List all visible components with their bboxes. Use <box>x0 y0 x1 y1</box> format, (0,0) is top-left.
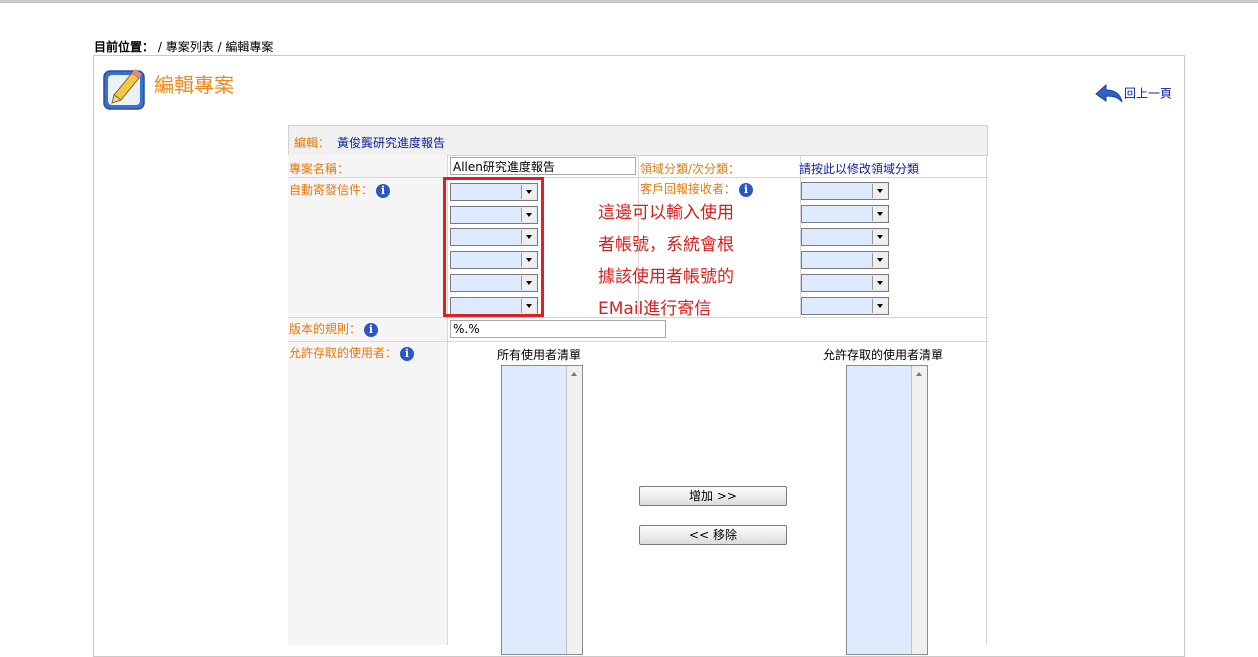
edit-value: 黃俊龔研究進度報告 <box>337 136 446 150</box>
info-icon[interactable]: i <box>400 346 415 361</box>
auto-mail-label-wrap: 自動寄發信件： i <box>289 181 391 198</box>
allowed-users-list[interactable] <box>846 365 928 655</box>
chevron-down-icon <box>872 276 887 290</box>
version-rule-label-wrap: 版本的規則： i <box>289 320 379 337</box>
annotation-note: 這邊可以輸入使用 者帳號，系統會根 據該使用者帳號的 EMail進行寄信 <box>598 197 734 325</box>
domain-label: 領域分類/次分類： <box>640 162 741 176</box>
back-link[interactable]: 回上一頁 <box>1092 82 1172 106</box>
client-receiver-select-5[interactable] <box>801 274 889 292</box>
breadcrumb-prefix: 目前位置： <box>94 40 155 54</box>
project-name-label: 專案名稱： <box>289 162 350 176</box>
allowed-users-label: 允許存取的使用者： <box>289 346 398 360</box>
info-icon[interactable]: i <box>376 183 391 198</box>
client-receiver-select-6[interactable] <box>801 297 889 315</box>
client-receiver-select-3[interactable] <box>801 228 889 246</box>
label-column <box>288 155 448 645</box>
back-link-label: 回上一頁 <box>1124 86 1173 101</box>
annotation-line: 據該使用者帳號的 <box>598 267 734 287</box>
chevron-down-icon <box>872 207 887 221</box>
list-scrollbar[interactable] <box>566 366 582 654</box>
client-receiver-select-2[interactable] <box>801 205 889 223</box>
auto-mail-label: 自動寄發信件： <box>289 183 374 197</box>
client-receiver-label: 客戶回報接收者： <box>640 182 737 196</box>
add-user-button[interactable]: 增加 >> <box>639 486 787 506</box>
right-border <box>986 155 987 645</box>
chevron-down-icon <box>872 299 887 313</box>
row-divider <box>288 341 988 342</box>
info-icon[interactable]: i <box>364 322 379 337</box>
all-users-list[interactable] <box>501 365 583 655</box>
breadcrumb-path: / 專案列表 / 編輯專案 <box>157 40 274 54</box>
client-receiver-select-1[interactable] <box>801 182 889 200</box>
annotation-highlight-box <box>443 177 544 317</box>
breadcrumb: 目前位置： / 專案列表 / 編輯專案 <box>94 38 273 55</box>
annotation-line: EMail進行寄信 <box>598 299 712 319</box>
page-title: 編輯專案 <box>154 73 234 97</box>
allowed-users-caption: 允許存取的使用者清單 <box>823 348 944 362</box>
project-name-input[interactable] <box>450 157 636 175</box>
edit-document-icon <box>103 69 145 110</box>
row-divider <box>288 177 988 178</box>
back-arrow-icon <box>1095 83 1123 103</box>
chevron-down-icon <box>872 230 887 244</box>
top-border <box>0 0 1258 3</box>
version-rule-label: 版本的規則： <box>289 322 362 336</box>
client-receiver-select-4[interactable] <box>801 251 889 269</box>
remove-user-button[interactable]: << 移除 <box>639 525 787 545</box>
list-scrollbar[interactable] <box>911 366 927 654</box>
annotation-line: 這邊可以輸入使用 <box>598 203 734 223</box>
info-icon[interactable]: i <box>739 182 754 197</box>
domain-edit-link[interactable]: 請按此以修改領域分類 <box>799 160 919 177</box>
client-receiver-label-wrap: 客戶回報接收者： i <box>640 180 754 197</box>
chevron-down-icon <box>872 253 887 267</box>
edit-label: 編輯： <box>294 136 331 150</box>
all-users-caption: 所有使用者清單 <box>497 348 582 362</box>
annotation-line: 者帳號，系統會根 <box>598 235 734 255</box>
form-header: 編輯： 黃俊龔研究進度報告 <box>288 125 988 156</box>
allowed-users-label-wrap: 允許存取的使用者： i <box>289 344 415 361</box>
chevron-down-icon <box>872 184 887 198</box>
